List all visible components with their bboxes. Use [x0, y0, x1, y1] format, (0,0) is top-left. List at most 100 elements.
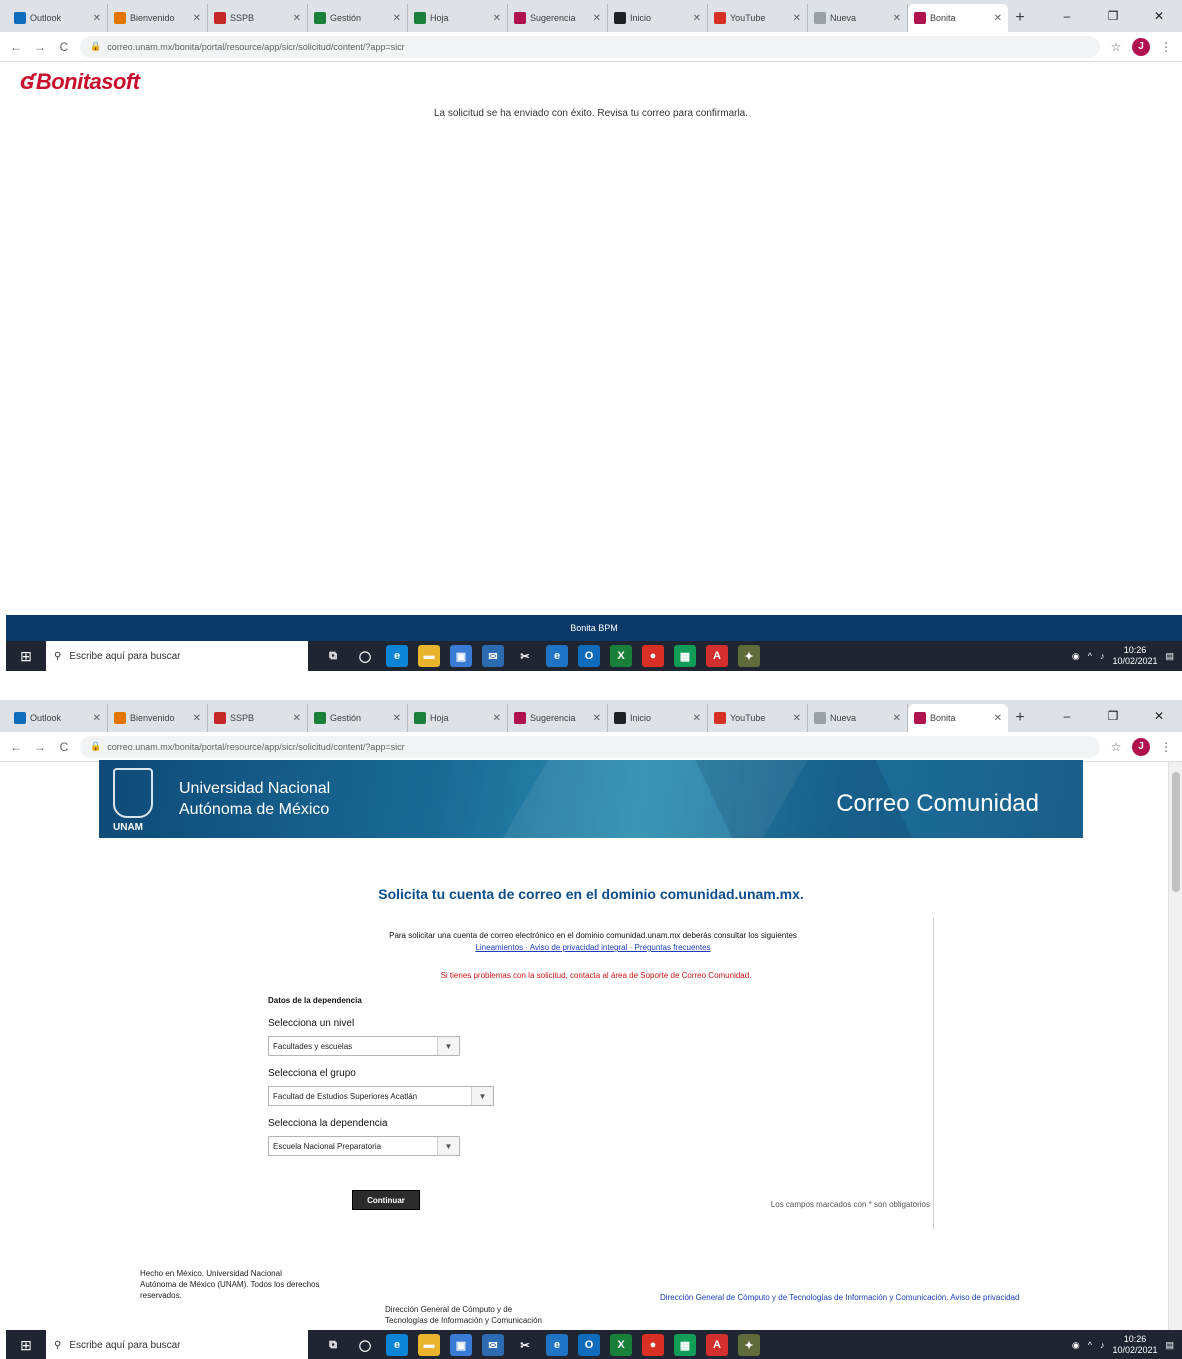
close-tab-icon[interactable]: ✕	[593, 13, 601, 24]
forward-button[interactable]: →	[32, 40, 48, 54]
menu-icon[interactable]: ⋮	[1158, 740, 1174, 754]
close-tab-icon[interactable]: ✕	[994, 13, 1002, 24]
task-view-icon[interactable]: ⧉	[322, 645, 344, 667]
chrome-icon[interactable]: ●	[642, 645, 664, 667]
edge-icon[interactable]: e	[386, 1334, 408, 1356]
notifications-icon[interactable]: ▤	[1165, 1340, 1174, 1351]
chrome-icon[interactable]: ●	[642, 1334, 664, 1356]
scrollbar-thumb[interactable]	[1172, 772, 1180, 892]
close-tab-icon[interactable]: ✕	[93, 13, 101, 24]
excel-icon[interactable]: X	[610, 645, 632, 667]
continue-button[interactable]: Continuar	[352, 1190, 420, 1210]
browser-tab[interactable]: Outlook ✕	[8, 704, 108, 732]
browser-tab[interactable]: Nueva ✕	[808, 704, 908, 732]
chevron-up-icon[interactable]: ^	[1088, 651, 1092, 661]
browser-tab[interactable]: Gestión ✕	[308, 704, 408, 732]
browser-tab[interactable]: Hoja ✕	[408, 4, 508, 32]
app-icon[interactable]: ✦	[738, 645, 760, 667]
windows-start-icon[interactable]: ⊞	[6, 1330, 46, 1359]
app-icon[interactable]: ✦	[738, 1334, 760, 1356]
sheets-icon[interactable]: ▦	[674, 645, 696, 667]
browser-tab[interactable]: Hoja ✕	[408, 704, 508, 732]
close-tab-icon[interactable]: ✕	[493, 13, 501, 24]
close-tab-icon[interactable]: ✕	[793, 713, 801, 724]
cortana-icon[interactable]: ◯	[354, 645, 376, 667]
mail-icon[interactable]: ✉	[482, 645, 504, 667]
taskbar-search[interactable]: ⚲ Escribe aquí para buscar	[46, 641, 308, 671]
profile-avatar[interactable]: J	[1132, 737, 1150, 756]
mail-icon[interactable]: ✉	[482, 1334, 504, 1356]
close-tab-icon[interactable]: ✕	[893, 13, 901, 24]
store-icon[interactable]: ▣	[450, 645, 472, 667]
browser-tab[interactable]: Inicio ✕	[608, 4, 708, 32]
browser-tab[interactable]: Sugerencia ✕	[508, 704, 608, 732]
cortana-icon[interactable]: ◯	[354, 1334, 376, 1356]
volume-icon[interactable]: ♪	[1100, 651, 1105, 661]
intro-links[interactable]: Lineamientos · Aviso de privacidad integ…	[358, 942, 828, 954]
snip-icon[interactable]: ✂	[514, 1334, 536, 1356]
maximize-button[interactable]: ❐	[1090, 0, 1136, 32]
browser-tab[interactable]: SSPB ✕	[208, 704, 308, 732]
browser-tab[interactable]: YouTube ✕	[708, 4, 808, 32]
close-window-button[interactable]: ✕	[1136, 700, 1182, 732]
level-select[interactable]: Facultades y escuelas ▼	[268, 1036, 460, 1056]
dependency-select[interactable]: Escuela Nacional Preparatoria ▼	[268, 1136, 460, 1156]
browser-tab[interactable]: Bienvenido ✕	[108, 704, 208, 732]
task-view-icon[interactable]: ⧉	[322, 1334, 344, 1356]
volume-icon[interactable]: ♪	[1100, 1340, 1105, 1350]
sheets-icon[interactable]: ▦	[674, 1334, 696, 1356]
reload-button[interactable]: C	[56, 740, 72, 754]
close-tab-icon[interactable]: ✕	[393, 13, 401, 24]
back-button[interactable]: ←	[8, 40, 24, 54]
new-tab-button[interactable]: +	[1008, 704, 1032, 732]
acrobat-icon[interactable]: A	[706, 645, 728, 667]
forward-button[interactable]: →	[32, 740, 48, 754]
maximize-button[interactable]: ❐	[1090, 700, 1136, 732]
windows-start-icon[interactable]: ⊞	[6, 641, 46, 671]
outlook-icon[interactable]: O	[578, 645, 600, 667]
edge-icon[interactable]: e	[386, 645, 408, 667]
close-tab-icon[interactable]: ✕	[593, 713, 601, 724]
profile-avatar[interactable]: J	[1132, 37, 1150, 56]
acrobat-icon[interactable]: A	[706, 1334, 728, 1356]
menu-icon[interactable]: ⋮	[1158, 40, 1174, 54]
close-tab-icon[interactable]: ✕	[293, 13, 301, 24]
browser-tab[interactable]: Outlook ✕	[8, 4, 108, 32]
browser-tab-active[interactable]: Bonita ✕	[908, 704, 1008, 732]
file-explorer-icon[interactable]: ▬	[418, 645, 440, 667]
snip-icon[interactable]: ✂	[514, 645, 536, 667]
file-explorer-icon[interactable]: ▬	[418, 1334, 440, 1356]
close-tab-icon[interactable]: ✕	[93, 713, 101, 724]
address-bar[interactable]: 🔒 correo.unam.mx/bonita/portal/resource/…	[80, 735, 1100, 758]
close-tab-icon[interactable]: ✕	[893, 713, 901, 724]
close-tab-icon[interactable]: ✕	[693, 13, 701, 24]
browser-tab[interactable]: Bienvenido ✕	[108, 4, 208, 32]
browser-tab-active[interactable]: Bonita ✕	[908, 4, 1008, 32]
close-tab-icon[interactable]: ✕	[193, 13, 201, 24]
minimize-button[interactable]: –	[1044, 700, 1090, 732]
address-bar[interactable]: 🔒 correo.unam.mx/bonita/portal/resource/…	[80, 35, 1100, 58]
close-tab-icon[interactable]: ✕	[693, 713, 701, 724]
excel-icon[interactable]: X	[610, 1334, 632, 1356]
browser-tab[interactable]: Inicio ✕	[608, 704, 708, 732]
notifications-icon[interactable]: ▤	[1165, 651, 1174, 662]
taskbar-search[interactable]: ⚲ Escribe aquí para buscar	[46, 1330, 308, 1359]
browser-tab[interactable]: Gestión ✕	[308, 4, 408, 32]
back-button[interactable]: ←	[8, 740, 24, 754]
browser-tab[interactable]: Nueva ✕	[808, 4, 908, 32]
star-icon[interactable]: ☆	[1108, 40, 1124, 54]
clock[interactable]: 10:26 10/02/2021	[1112, 645, 1157, 667]
privacy-link[interactable]: Dirección General de Cómputo y de Tecnol…	[660, 1293, 1019, 1302]
network-icon[interactable]: ◉	[1072, 1340, 1080, 1351]
store-icon[interactable]: ▣	[450, 1334, 472, 1356]
close-tab-icon[interactable]: ✕	[293, 713, 301, 724]
reload-button[interactable]: C	[56, 40, 72, 54]
browser-tab[interactable]: SSPB ✕	[208, 4, 308, 32]
browser-tab[interactable]: Sugerencia ✕	[508, 4, 608, 32]
clock[interactable]: 10:26 10/02/2021	[1112, 1334, 1157, 1356]
star-icon[interactable]: ☆	[1108, 740, 1124, 754]
close-tab-icon[interactable]: ✕	[793, 13, 801, 24]
chevron-up-icon[interactable]: ^	[1088, 1340, 1092, 1350]
page-scrollbar[interactable]	[1168, 762, 1182, 1330]
close-window-button[interactable]: ✕	[1136, 0, 1182, 32]
